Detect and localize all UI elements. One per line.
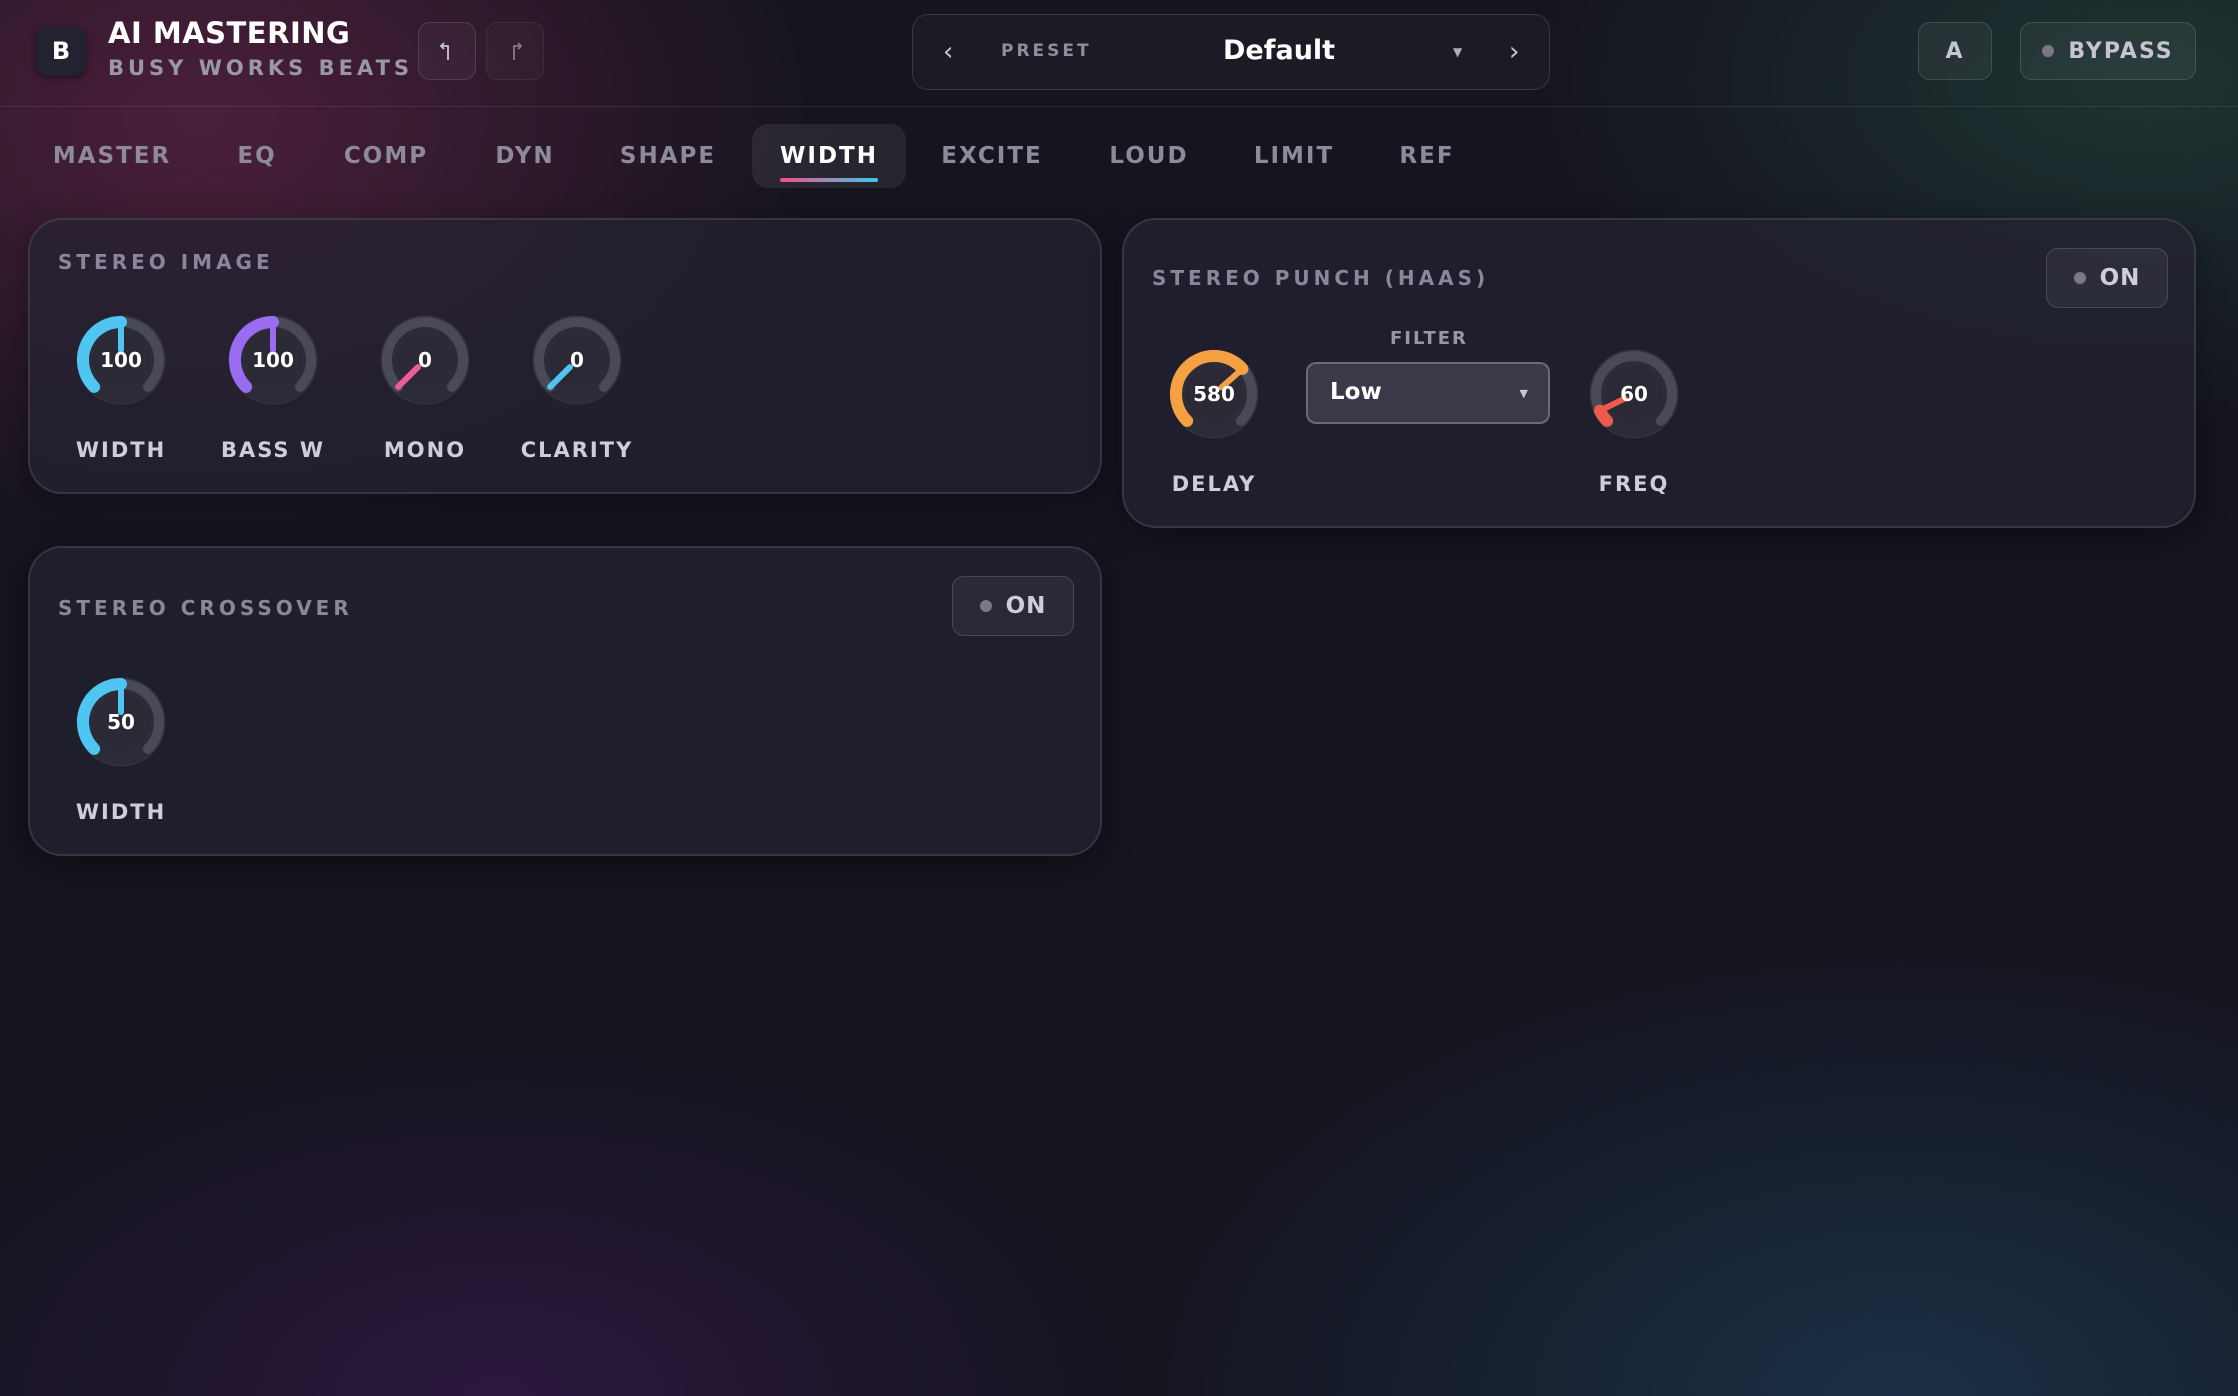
- tab-width[interactable]: WIDTH: [752, 124, 906, 188]
- bypass-label: BYPASS: [2068, 38, 2174, 64]
- knob-freq[interactable]: 60: [1586, 346, 1682, 442]
- knob-value: 100: [100, 348, 142, 372]
- tab-limit[interactable]: LIMIT: [1234, 124, 1354, 188]
- tab-shape[interactable]: SHAPE: [598, 124, 738, 188]
- knob-clarity[interactable]: 0: [529, 312, 625, 408]
- chevron-down-icon[interactable]: ▼: [1453, 45, 1462, 59]
- tab-dyn[interactable]: DYN: [470, 124, 580, 188]
- knob-value: 0: [418, 348, 432, 372]
- header-bar: B AI MASTERING BUSY WORKS BEATS ‹ PRESET…: [0, 0, 2238, 107]
- knob-bass-w[interactable]: 100: [225, 312, 321, 408]
- tab-label: EQ: [237, 143, 277, 169]
- app-logo: B: [36, 26, 86, 76]
- knob-label: FREQ: [1598, 472, 1670, 496]
- undo-icon: [439, 42, 449, 60]
- knob-value: 50: [107, 710, 135, 734]
- stereo-crossover-panel: STEREO CROSSOVER ON 50 WIDTH: [28, 546, 1102, 856]
- bypass-button[interactable]: BYPASS: [2020, 22, 2196, 80]
- tab-comp[interactable]: COMP: [324, 124, 448, 188]
- crossover-toggle[interactable]: ON: [952, 576, 1074, 636]
- knob-value: 580: [1193, 382, 1235, 406]
- tab-label: WIDTH: [780, 143, 878, 169]
- tab-ref[interactable]: REF: [1376, 124, 1478, 188]
- filter-label: FILTER: [1390, 328, 1468, 349]
- panel-title: STEREO CROSSOVER: [58, 596, 353, 620]
- haas-toggle[interactable]: ON: [2046, 248, 2168, 308]
- stereo-punch-panel: STEREO PUNCH (HAAS) ON FILTER Low ▼ 580 D…: [1122, 218, 2196, 528]
- toggle-label: ON: [1005, 593, 1047, 619]
- knob-mono[interactable]: 0: [377, 312, 473, 408]
- app-subtitle: BUSY WORKS BEATS: [108, 56, 414, 80]
- tab-label: DYN: [495, 143, 555, 169]
- status-dot: [2042, 45, 2055, 57]
- filter-select[interactable]: Low ▼: [1306, 362, 1550, 424]
- ab-compare-button[interactable]: A: [1918, 22, 1992, 80]
- chevron-right-icon[interactable]: ›: [1509, 37, 1519, 67]
- knob-label: DELAY: [1171, 472, 1257, 496]
- toggle-label: ON: [2099, 265, 2141, 291]
- chevron-down-icon: ▼: [1519, 387, 1528, 400]
- preset-value[interactable]: Default: [1223, 35, 1335, 66]
- tab-eq[interactable]: EQ: [212, 124, 302, 188]
- knob-value: 100: [252, 348, 294, 372]
- tab-label: MASTER: [52, 143, 172, 169]
- redo-icon: [513, 42, 523, 60]
- status-dot: [2073, 272, 2086, 284]
- tab-loud[interactable]: LOUD: [1092, 124, 1206, 188]
- knob-value: 60: [1620, 382, 1648, 406]
- panel-title: STEREO PUNCH (HAAS): [1152, 266, 1490, 290]
- stereo-image-panel: STEREO IMAGE 100 WIDTH 100 BASS W 0 MONO 0 CLAR…: [28, 218, 1102, 494]
- preset-label: PRESET: [1001, 41, 1092, 61]
- active-tab-indicator: [780, 178, 878, 182]
- knob-label: WIDTH: [75, 800, 167, 824]
- tab-label: COMP: [343, 143, 429, 169]
- panel-title: STEREO IMAGE: [58, 250, 274, 274]
- knob-delay[interactable]: 580: [1166, 346, 1262, 442]
- tab-label: SHAPE: [619, 143, 717, 169]
- chevron-left-icon[interactable]: ‹: [943, 37, 953, 67]
- preset-selector[interactable]: ‹ PRESET Default ▼ ›: [912, 14, 1550, 90]
- tab-master[interactable]: MASTER: [36, 124, 188, 188]
- module-tabs: MASTER EQ COMP DYN SHAPE WIDTH EXCITE LOUD LIMIT…: [0, 124, 1500, 188]
- knob-crossover-width[interactable]: 50: [73, 674, 169, 770]
- knob-label: CLARITY: [520, 438, 634, 462]
- knob-value: 0: [570, 348, 584, 372]
- tab-label: EXCITE: [941, 143, 1043, 169]
- redo-button[interactable]: [486, 22, 544, 80]
- app-title: AI MASTERING: [108, 16, 351, 50]
- tab-label: REF: [1399, 143, 1455, 169]
- knob-width[interactable]: 100: [73, 312, 169, 408]
- tab-excite[interactable]: EXCITE: [918, 124, 1066, 188]
- status-dot: [979, 600, 992, 612]
- tab-label: LOUD: [1109, 143, 1189, 169]
- tab-label: LIMIT: [1253, 143, 1335, 169]
- undo-button[interactable]: [418, 22, 476, 80]
- filter-value: Low: [1330, 379, 1382, 405]
